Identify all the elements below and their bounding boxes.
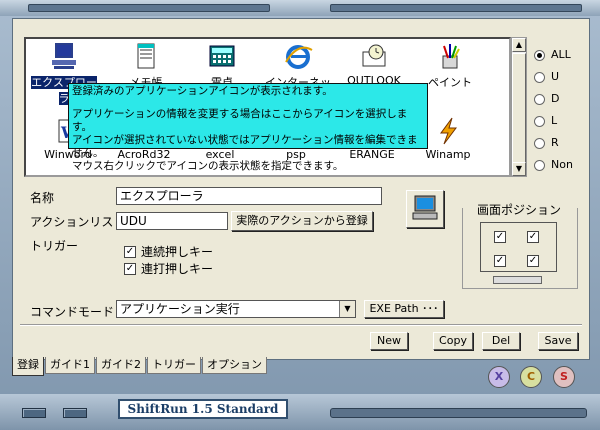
tooltip-line: 登録済みのアプリケーションアイコンが表示されます。 [72,85,333,97]
filter-label: D [551,92,560,105]
new-button[interactable]: New [370,332,408,350]
notepad-icon [130,42,162,72]
product-brand: ShiftRun 1.5 Standard [118,399,288,419]
radio-dot [534,49,545,61]
register-from-action-button[interactable]: 実際のアクションから登録 [231,211,373,231]
trigger-option-repeat[interactable]: ✓ 連打押しキー [124,260,213,277]
position-bottom-right-checkbox[interactable]: ✓ [527,255,539,267]
action-list-field[interactable]: UDU [116,212,228,230]
tooltip-line: アイコンが選択されていない状態ではアプリケーション情報を編集できません。 [72,134,418,159]
copy-button[interactable]: Copy [433,332,473,350]
trigger-option-continuous[interactable]: ✓ 連続押しキー [124,243,213,260]
tab-options[interactable]: オプション [202,357,267,374]
command-mode-select[interactable]: アプリケーション実行 ▼ [116,300,356,318]
position-top-right-checkbox[interactable]: ✓ [527,231,539,243]
trigger-label: トリガー [30,239,79,253]
title-groove-right [330,4,582,12]
divider [20,324,582,326]
title-groove-left [28,4,270,12]
paint-icon [434,42,466,72]
save-button[interactable]: Save [538,332,578,350]
filter-label: R [551,136,559,149]
calculator-icon [206,42,238,72]
checkbox-checked: ✓ [124,245,136,258]
name-field[interactable]: エクスプローラ [116,187,382,205]
filter-l[interactable]: L [534,110,573,132]
filter-r[interactable]: R [534,132,573,154]
trigger-option-label: 連続押しキー [141,245,214,259]
icon-item-outlook[interactable]: OUTLOOK [338,42,410,87]
filter-all[interactable]: ALL [534,44,573,66]
del-button[interactable]: Del [482,332,520,350]
monitor-stand [493,276,542,284]
filter-u[interactable]: U [534,66,573,88]
radio-dot [534,115,545,127]
filter-non[interactable]: Non [534,154,573,176]
tooltip-line: アプリケーションの情報を変更する場合はここからアイコンを選択します。 [72,108,408,133]
filter-d[interactable]: D [534,88,573,110]
tooltip-line: マウス右クリックでアイコンの表示状態を指定できます。 [72,160,344,172]
radio-dot [534,159,545,171]
title-bar [0,0,600,16]
internet-explorer-icon [282,42,314,72]
app-icon-button[interactable] [406,190,444,228]
restore-button[interactable] [63,408,87,418]
tab-trigger[interactable]: トリガー [147,357,201,374]
winamp-icon [432,116,464,146]
tab-guide2[interactable]: ガイド2 [96,357,146,374]
action-list-label: アクションリスト [30,215,126,229]
status-bar [0,394,600,430]
minimize-button[interactable] [22,408,46,418]
settings-circle-button[interactable]: S [553,366,575,388]
radio-dot [534,71,545,83]
icon-label: ペイント [428,76,472,89]
tab-bar: 登録 ガイド1 ガイド2 トリガー オプション [12,357,268,377]
radio-dot [534,137,545,149]
filter-label: Non [551,158,573,171]
tab-guide1[interactable]: ガイド1 [45,357,95,374]
trigger-option-label: 連打押しキー [141,262,214,276]
close-circle-button[interactable]: X [488,366,510,388]
command-mode-value: アプリケーション実行 [120,302,240,316]
outlook-icon [358,42,390,72]
chevron-down-icon[interactable]: ▼ [339,301,355,317]
name-label: 名称 [30,191,55,205]
filter-label: L [551,114,558,127]
checkbox-checked: ✓ [124,262,136,275]
screen-position-monitor [480,222,557,272]
icon-label: Winamp [425,148,471,161]
exe-path-button[interactable]: EXE Path ･･･ [364,300,444,318]
icon-list-tooltip: 登録済みのアプリケーションアイコンが表示されます。 アプリケーションの情報を変更… [68,83,428,172]
direction-filter: ALL U D L R Non [534,44,573,176]
command-mode-label: コマンドモード [30,305,115,319]
scroll-thumb[interactable] [512,53,526,163]
computer-icon [410,195,440,220]
scroll-up-button[interactable]: ▲ [512,38,526,52]
radio-dot [534,93,545,105]
position-bottom-left-checkbox[interactable]: ✓ [494,255,506,267]
scroll-down-button[interactable]: ▼ [512,162,526,176]
explorer-icon [48,42,80,72]
tab-register[interactable]: 登録 [12,357,44,376]
screen-position-title: 画面ポジション [475,201,564,218]
position-top-left-checkbox[interactable]: ✓ [494,231,506,243]
bottom-groove [330,408,587,418]
filter-label: ALL [551,48,571,61]
icon-list-scrollbar[interactable]: ▲ ▼ [511,37,527,177]
filter-label: U [551,70,560,83]
config-circle-button[interactable]: C [520,366,542,388]
